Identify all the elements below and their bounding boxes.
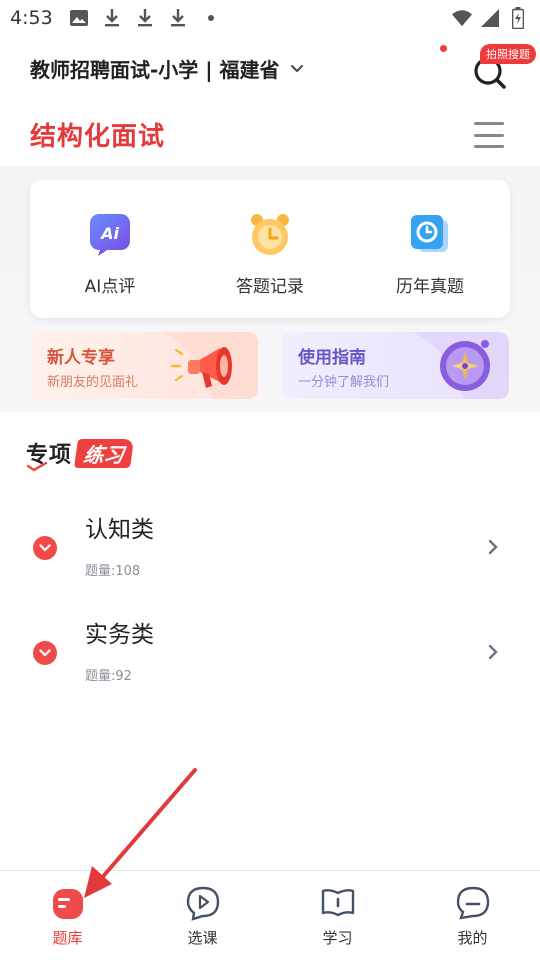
megaphone-icon — [161, 332, 258, 399]
check-mark-icon — [26, 462, 48, 472]
bottom-nav: 题库 选课 学习 我的 — [0, 870, 540, 960]
image-icon — [69, 8, 89, 28]
photo-search-badge[interactable]: 拍照搜题 — [480, 44, 536, 64]
clock-record-icon — [251, 214, 289, 255]
nav-question-bank[interactable]: 题库 — [0, 871, 135, 960]
special-practice-title-b: 练习 — [73, 438, 135, 468]
question-count: 题量:92 — [85, 669, 132, 684]
category-name: 认知类 — [85, 517, 154, 543]
play-icon — [186, 886, 219, 921]
notification-dot — [440, 45, 447, 52]
chevron-right-icon — [488, 539, 498, 555]
question-bank-icon — [52, 889, 83, 919]
wifi-icon — [452, 8, 472, 28]
battery-icon — [508, 7, 528, 29]
ai-review-icon: Ai — [90, 214, 130, 256]
download-icon — [102, 8, 122, 28]
category-row-cognitive[interactable]: 认知类 题量:108 — [0, 492, 540, 588]
chevron-down-icon — [33, 536, 57, 560]
promo-subtitle: 新朋友的见面礼 — [47, 375, 139, 390]
nav-label: 题库 — [52, 929, 83, 947]
category-name: 实务类 — [85, 622, 154, 648]
download-icon — [135, 8, 155, 28]
question-count: 题量:108 — [85, 564, 141, 579]
past-papers-button[interactable]: 历年真题 — [350, 180, 510, 318]
compass-icon — [412, 332, 509, 399]
category-row-practical[interactable]: 实务类 题量:92 — [0, 597, 540, 693]
guide-promo[interactable]: 使用指南 一分钟了解我们 — [281, 332, 509, 399]
status-bar: 4:53 — [0, 0, 540, 36]
nav-profile[interactable]: 我的 — [405, 871, 540, 960]
answer-record-label: 答题记录 — [236, 277, 304, 297]
header: 教师招聘面试-小学 | 福建省 拍照搜题 — [0, 44, 540, 92]
newcomer-promo[interactable]: 新人专享 新朋友的见面礼 — [30, 332, 258, 399]
dot-icon — [201, 8, 221, 28]
nav-label: 选课 — [187, 929, 218, 947]
status-time: 4:53 — [10, 7, 53, 29]
nav-courses[interactable]: 选课 — [135, 871, 270, 960]
svg-text:Ai: Ai — [99, 224, 119, 243]
nav-label: 我的 — [457, 929, 488, 947]
book-icon — [321, 889, 354, 917]
exam-selector[interactable]: 教师招聘面试-小学 | 福建省 — [30, 54, 304, 83]
past-papers-icon — [411, 215, 448, 252]
signal-icon — [480, 8, 500, 28]
quick-actions-card: Ai AI点评 答题记录 历年真题 — [30, 180, 510, 318]
menu-icon[interactable] — [474, 122, 504, 148]
notification-icons — [69, 8, 221, 28]
download-icon — [168, 8, 188, 28]
chevron-right-icon — [488, 644, 498, 660]
page-title: 结构化面试 — [30, 122, 166, 152]
system-icons — [452, 7, 528, 29]
chevron-down-icon — [33, 641, 57, 665]
answer-record-button[interactable]: 答题记录 — [190, 180, 350, 318]
nav-study[interactable]: 学习 — [270, 871, 405, 960]
chevron-down-icon — [290, 62, 304, 76]
promo-title: 使用指南 — [298, 348, 366, 368]
nav-label: 学习 — [322, 929, 353, 947]
profile-icon — [456, 886, 489, 920]
past-papers-label: 历年真题 — [396, 277, 464, 297]
promo-subtitle: 一分钟了解我们 — [298, 375, 390, 390]
ai-review-label: AI点评 — [84, 277, 136, 297]
promo-title: 新人专享 — [47, 348, 115, 368]
exam-title: 教师招聘面试-小学 | 福建省 — [30, 58, 280, 82]
ai-review-button[interactable]: Ai AI点评 — [30, 180, 190, 318]
